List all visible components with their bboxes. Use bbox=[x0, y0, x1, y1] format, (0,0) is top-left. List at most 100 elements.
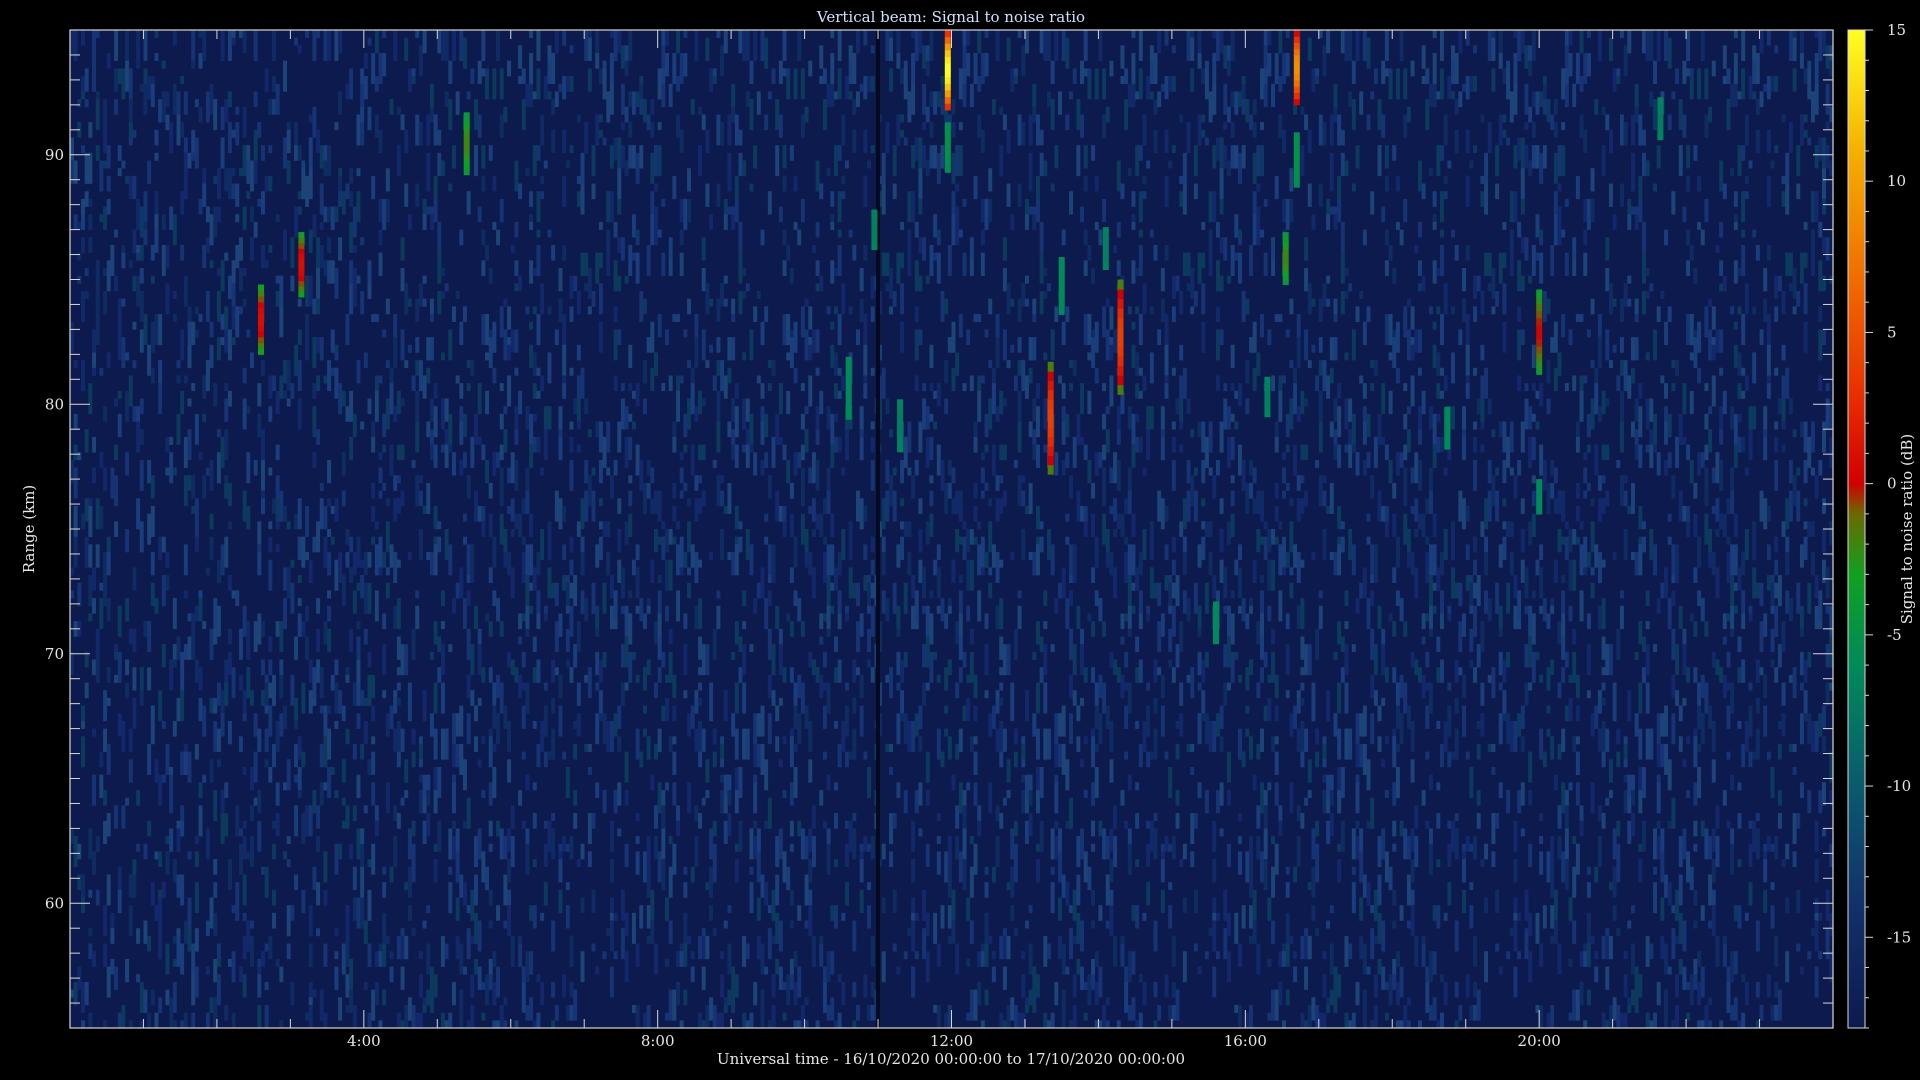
noise-cell bbox=[819, 183, 824, 200]
noise-cell bbox=[481, 505, 486, 522]
noise-cell bbox=[720, 122, 725, 146]
noise-cell bbox=[1348, 398, 1353, 422]
noise-cell bbox=[474, 958, 478, 975]
noise-cell bbox=[1436, 720, 1441, 729]
noise-cell bbox=[172, 30, 177, 46]
noise-cell bbox=[1171, 367, 1176, 376]
noise-cell bbox=[128, 375, 133, 407]
noise-cell bbox=[1406, 329, 1411, 361]
noise-cell bbox=[966, 958, 971, 967]
noise-cell bbox=[738, 221, 743, 253]
noise-cell bbox=[551, 828, 556, 860]
noise-cell bbox=[551, 659, 556, 683]
noise-cell bbox=[334, 30, 339, 62]
noise-cell bbox=[1241, 291, 1246, 323]
noise-cell bbox=[312, 697, 317, 706]
noise-cell bbox=[275, 275, 280, 284]
noise-cell bbox=[573, 720, 578, 729]
noise-cell bbox=[1102, 513, 1107, 545]
noise-cell bbox=[154, 759, 159, 783]
noise-cell bbox=[808, 344, 813, 361]
noise-cell bbox=[407, 828, 412, 860]
noise-cell bbox=[1124, 552, 1129, 584]
noise-cell bbox=[77, 452, 82, 461]
noise-cell bbox=[609, 475, 614, 499]
noise-cell bbox=[1153, 582, 1158, 599]
noise-cell bbox=[1351, 183, 1356, 192]
noise-cell bbox=[1153, 129, 1158, 154]
noise-cell bbox=[569, 145, 574, 154]
noise-cell bbox=[334, 559, 339, 591]
noise-cell bbox=[1454, 728, 1459, 760]
noise-cell bbox=[363, 628, 368, 645]
noise-cell bbox=[183, 152, 188, 169]
noise-cell bbox=[1403, 444, 1408, 461]
noise-cell bbox=[481, 229, 486, 246]
noise-cell bbox=[1344, 682, 1349, 714]
noise-cell bbox=[863, 575, 868, 591]
noise-cell bbox=[407, 214, 412, 230]
noise-cell bbox=[731, 713, 736, 737]
noise-cell bbox=[474, 605, 478, 630]
noise-cell bbox=[1021, 122, 1026, 146]
noise-cell bbox=[1451, 229, 1455, 238]
noise-cell bbox=[1013, 459, 1018, 468]
noise-cell bbox=[1204, 951, 1209, 960]
noise-cell bbox=[1447, 705, 1452, 737]
noise-cell bbox=[929, 383, 934, 392]
noise-cell bbox=[1050, 183, 1055, 192]
noise-cell bbox=[518, 183, 523, 200]
noise-cell bbox=[1072, 644, 1077, 676]
noise-cell bbox=[474, 912, 478, 944]
noise-cell bbox=[198, 314, 203, 323]
noise-cell bbox=[657, 575, 662, 584]
noise-cell bbox=[701, 928, 706, 937]
noise-cell bbox=[885, 459, 890, 484]
noise-cell bbox=[1267, 958, 1272, 967]
noise-cell bbox=[150, 321, 155, 353]
noise-cell bbox=[896, 966, 901, 975]
noise-cell bbox=[503, 874, 508, 906]
noise-cell bbox=[1315, 628, 1320, 660]
noise-cell bbox=[848, 521, 853, 530]
noise-cell bbox=[1289, 713, 1294, 737]
noise-cell bbox=[396, 697, 401, 706]
noise-cell bbox=[481, 790, 486, 798]
noise-cell bbox=[1285, 482, 1290, 491]
noise-cell bbox=[422, 214, 427, 230]
noise-cell bbox=[1293, 367, 1298, 384]
noise-cell bbox=[1278, 114, 1283, 138]
noise-cell bbox=[143, 30, 148, 62]
noise-cell bbox=[1124, 751, 1129, 760]
noise-cell bbox=[936, 605, 941, 614]
noise-cell bbox=[606, 229, 611, 253]
noise-cell bbox=[815, 667, 820, 683]
noise-cell bbox=[815, 1020, 820, 1028]
noise-cell bbox=[837, 30, 842, 62]
noise-cell bbox=[272, 912, 276, 929]
noise-cell bbox=[576, 191, 581, 207]
noise-cell bbox=[1054, 452, 1059, 476]
noise-cell bbox=[731, 989, 736, 1013]
noise-cell bbox=[496, 713, 501, 745]
noise-cell bbox=[833, 567, 838, 591]
noise-cell bbox=[1351, 544, 1356, 576]
noise-cell bbox=[1116, 260, 1121, 276]
noise-cell bbox=[1337, 728, 1342, 760]
noise-cell bbox=[235, 191, 240, 207]
noise-cell bbox=[180, 651, 185, 676]
noise-cell bbox=[661, 45, 666, 69]
noise-cell bbox=[900, 252, 905, 269]
noise-cell bbox=[672, 705, 677, 722]
noise-cell bbox=[1384, 667, 1389, 683]
noise-cell bbox=[1300, 682, 1305, 691]
noise-cell bbox=[911, 859, 916, 883]
noise-cell bbox=[947, 337, 952, 353]
noise-cell bbox=[429, 206, 434, 215]
noise-cell bbox=[1028, 114, 1033, 146]
noise-cell bbox=[374, 375, 379, 392]
noise-cell bbox=[1230, 613, 1235, 645]
noise-cell bbox=[892, 490, 897, 522]
noise-cell bbox=[543, 76, 548, 100]
noise-cell bbox=[147, 667, 152, 691]
